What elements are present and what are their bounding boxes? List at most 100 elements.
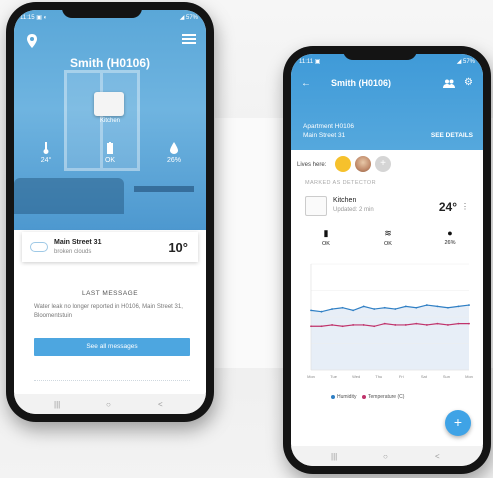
see-all-messages-button[interactable]: See all messages bbox=[34, 338, 190, 356]
back-arrow-icon[interactable]: ← bbox=[301, 78, 311, 89]
data-point bbox=[373, 325, 376, 328]
temperature-value: 24° bbox=[40, 157, 52, 164]
data-point bbox=[425, 304, 428, 306]
gear-icon[interactable]: ⚙ bbox=[464, 77, 473, 88]
data-point bbox=[447, 324, 449, 326]
data-point bbox=[415, 306, 418, 309]
sensor-device-icon bbox=[94, 92, 124, 116]
battery-value: OK bbox=[322, 241, 330, 247]
humidity-legend-dot bbox=[331, 394, 335, 399]
cloud-icon bbox=[30, 242, 48, 252]
status-bar-left: 11:11 ▣ bbox=[299, 59, 321, 65]
status-bar-right: ◢ 57% bbox=[179, 15, 198, 21]
data-point bbox=[373, 308, 376, 310]
table-graphic bbox=[134, 186, 194, 192]
drop-icon: ● bbox=[447, 228, 453, 238]
phone-left: 11:15 ▣ ◐ ◢ 57% Smith (H0106) Kitchen 24… bbox=[6, 2, 214, 422]
status-bar-right: ◢ 57% bbox=[456, 59, 475, 65]
data-point bbox=[341, 306, 344, 309]
battery-value: OK bbox=[104, 157, 116, 164]
wifi-icon: ≋ bbox=[384, 228, 392, 238]
x-tick-label: Thu bbox=[375, 374, 382, 379]
data-point bbox=[404, 324, 407, 326]
avatar[interactable] bbox=[335, 156, 351, 172]
data-point bbox=[436, 305, 439, 308]
x-tick-label: Sat bbox=[421, 374, 428, 379]
x-tick-label: Sun bbox=[443, 374, 450, 379]
weather-condition: broken clouds bbox=[54, 249, 92, 255]
page-title: Smith (H0106) bbox=[331, 78, 392, 88]
devices-section-header: MARKED AS DETECTOR bbox=[305, 180, 376, 186]
humidity-value: 26% bbox=[166, 157, 181, 164]
temperature-legend-dot bbox=[362, 394, 367, 399]
legend-humidity: Humidity bbox=[337, 394, 357, 400]
drop-icon bbox=[170, 142, 178, 154]
last-message-text: Water leak no longer reported in H0106, … bbox=[34, 304, 183, 319]
home-icon[interactable]: ○ bbox=[383, 452, 388, 461]
android-nav-bar: ||| ○ < bbox=[14, 394, 206, 414]
data-point bbox=[352, 324, 355, 326]
room-name: Kitchen bbox=[333, 197, 357, 204]
phone-right: 11:11 ▣ ◢ 57% ← Smith (H0106) ⚙ Apartmen… bbox=[283, 46, 491, 474]
data-point bbox=[404, 305, 407, 308]
phone-left-notch bbox=[62, 2, 142, 18]
humidity-stat: ● 26% bbox=[435, 228, 465, 246]
phone-left-screen: 11:15 ▣ ◐ ◢ 57% Smith (H0106) Kitchen 24… bbox=[14, 10, 206, 414]
x-tick-label: Wed bbox=[352, 374, 360, 379]
x-tick-label: Fri bbox=[399, 374, 404, 379]
see-details-button[interactable]: SEE DETAILS bbox=[431, 132, 473, 139]
humidity-stat: 26% bbox=[154, 142, 194, 164]
status-bar-left: 11:15 ▣ ◐ bbox=[20, 15, 48, 21]
people-icon[interactable] bbox=[443, 79, 455, 88]
android-nav-bar: ||| ○ < bbox=[291, 446, 483, 466]
data-point bbox=[352, 309, 355, 312]
recent-apps-icon[interactable]: ||| bbox=[331, 452, 337, 461]
more-options-icon[interactable]: ⋮ bbox=[461, 202, 469, 211]
battery-icon: ▮ bbox=[323, 228, 329, 238]
sensor-label: Kitchen bbox=[99, 118, 120, 124]
data-point bbox=[425, 324, 428, 326]
battery-icon bbox=[107, 142, 113, 154]
x-tick-label: Mon bbox=[307, 374, 315, 379]
menu-icon[interactable] bbox=[182, 34, 196, 44]
temperature-stat: 24° bbox=[26, 142, 66, 164]
data-point bbox=[331, 324, 333, 326]
page-title: Smith (H0106) bbox=[69, 56, 151, 70]
data-point bbox=[310, 309, 312, 312]
wifi-stat: ≋ OK bbox=[373, 228, 403, 247]
weather-card[interactable]: Main Street 31 broken clouds 10° bbox=[22, 232, 198, 262]
recent-apps-icon[interactable]: ||| bbox=[54, 400, 60, 409]
room-updated: Updated: 2 min bbox=[333, 207, 374, 213]
room-temperature: 24° bbox=[438, 200, 457, 214]
data-point bbox=[447, 306, 449, 309]
data-point bbox=[415, 322, 418, 325]
data-point bbox=[341, 325, 344, 328]
legend-temperature: Temperature (C) bbox=[368, 394, 405, 400]
avatar[interactable] bbox=[355, 156, 371, 172]
data-point bbox=[320, 310, 323, 313]
data-point bbox=[394, 324, 397, 326]
data-point bbox=[394, 308, 397, 310]
back-nav-icon[interactable]: < bbox=[435, 452, 440, 461]
wifi-value: OK bbox=[384, 241, 392, 247]
add-resident-button[interactable]: + bbox=[375, 156, 391, 172]
data-point bbox=[362, 324, 365, 326]
data-point bbox=[383, 322, 386, 325]
x-tick-label: Mon bbox=[465, 374, 473, 379]
sofa-graphic bbox=[14, 178, 124, 214]
location-pin-icon[interactable] bbox=[26, 34, 38, 48]
battery-stat: ▮ OK bbox=[311, 228, 341, 247]
home-icon[interactable]: ○ bbox=[106, 400, 111, 409]
lives-here-label: Lives here: bbox=[297, 162, 327, 168]
sensor-device-icon bbox=[305, 196, 327, 216]
data-point bbox=[436, 322, 439, 325]
weather-temperature: 10° bbox=[168, 240, 188, 255]
data-point bbox=[310, 325, 312, 328]
humidity-value: 26% bbox=[444, 240, 456, 246]
data-point bbox=[468, 322, 470, 325]
data-point bbox=[320, 325, 323, 328]
add-fab-button[interactable]: + bbox=[445, 410, 471, 436]
phone-right-screen: 11:11 ▣ ◢ 57% ← Smith (H0106) ⚙ Apartmen… bbox=[291, 54, 483, 466]
back-nav-icon[interactable]: < bbox=[158, 400, 163, 409]
data-point bbox=[331, 308, 333, 310]
